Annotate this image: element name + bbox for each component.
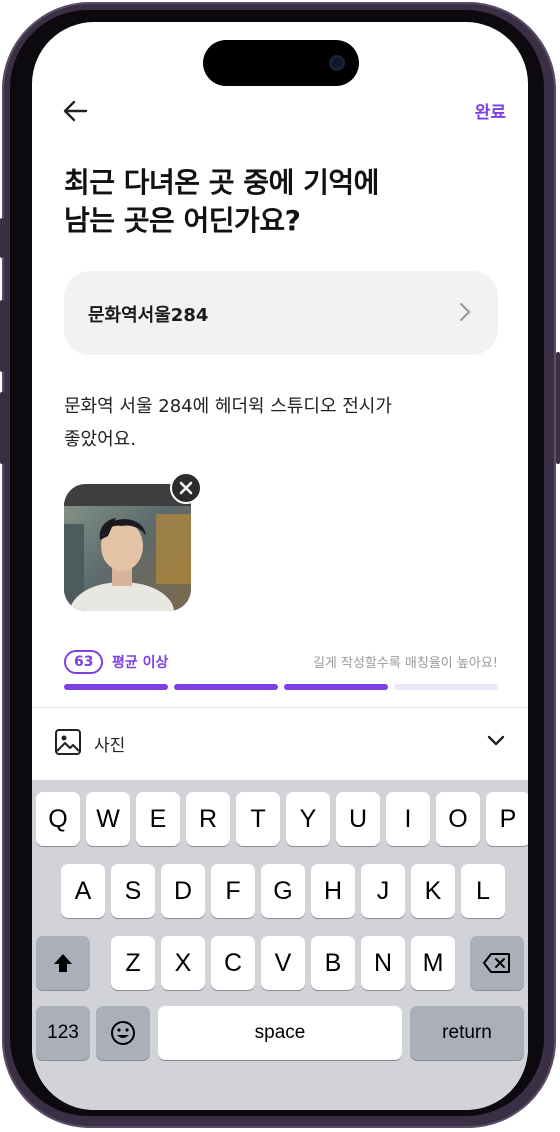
- key-k[interactable]: K: [411, 864, 455, 918]
- close-icon: [179, 481, 193, 495]
- key-a[interactable]: A: [61, 864, 105, 918]
- review-text-input[interactable]: 문화역 서울 284에 헤더윅 스튜디오 전시가 좋았어요.: [64, 390, 494, 456]
- key-i[interactable]: I: [386, 792, 430, 846]
- shift-icon: [54, 954, 72, 972]
- backspace-key[interactable]: [470, 936, 524, 990]
- progress-segment: [174, 684, 278, 690]
- key-u[interactable]: U: [336, 792, 380, 846]
- key-s[interactable]: S: [111, 864, 155, 918]
- key-h[interactable]: H: [311, 864, 355, 918]
- shift-key[interactable]: [36, 936, 90, 990]
- question-title: 최근 다녀온 곳 중에 기억에 남는 곳은 어딘가요?: [64, 166, 379, 237]
- numbers-key[interactable]: 123: [36, 1006, 90, 1060]
- key-m[interactable]: M: [411, 936, 455, 990]
- key-l[interactable]: L: [461, 864, 505, 918]
- image-icon[interactable]: [54, 728, 82, 756]
- key-e[interactable]: E: [136, 792, 180, 846]
- space-key[interactable]: space: [158, 1006, 402, 1060]
- remove-photo-button[interactable]: [170, 472, 202, 504]
- key-b[interactable]: B: [311, 936, 355, 990]
- score-level: 평균 이상: [112, 655, 169, 671]
- score-badge: 63: [64, 650, 104, 674]
- screen: 완료 최근 다녀온 곳 중에 기억에 남는 곳은 어딘가요? 문화역서울284 …: [32, 22, 528, 1110]
- dynamic-island: [203, 40, 359, 86]
- key-j[interactable]: J: [361, 864, 405, 918]
- key-f[interactable]: F: [211, 864, 255, 918]
- progress-segment: [64, 684, 168, 690]
- photo-thumbnail-image: [64, 484, 191, 611]
- backspace-icon: [483, 953, 510, 973]
- key-n[interactable]: N: [361, 936, 405, 990]
- key-r[interactable]: R: [186, 792, 230, 846]
- back-arrow-icon[interactable]: [60, 96, 90, 126]
- photo-label[interactable]: 사진: [94, 731, 125, 756]
- volume-down-button: [0, 392, 4, 464]
- camera-icon: [329, 55, 345, 71]
- emoji-key[interactable]: [96, 1006, 150, 1060]
- key-c[interactable]: C: [211, 936, 255, 990]
- key-d[interactable]: D: [161, 864, 205, 918]
- action-button: [0, 218, 4, 258]
- emoji-icon: [111, 1021, 135, 1045]
- volume-up-button: [0, 300, 4, 372]
- chevron-right-icon: [459, 302, 471, 322]
- key-y[interactable]: Y: [286, 792, 330, 846]
- key-z[interactable]: Z: [111, 936, 155, 990]
- chevron-down-icon[interactable]: [486, 734, 506, 748]
- key-g[interactable]: G: [261, 864, 305, 918]
- place-name: 문화역서울284: [88, 305, 209, 326]
- key-o[interactable]: O: [436, 792, 480, 846]
- keyboard: 123 space return QWERTYUIOP ASDFGHJKL ZXCV…: [32, 780, 528, 1110]
- score-progress: [64, 684, 498, 690]
- score-row: 63 평균 이상 길게 작성할수록 매칭율이 높아요!: [64, 650, 498, 674]
- key-q[interactable]: Q: [36, 792, 80, 846]
- progress-segment: [394, 684, 498, 690]
- done-button[interactable]: 완료: [475, 98, 506, 123]
- attachment-toolbar: 사진: [32, 708, 528, 780]
- key-x[interactable]: X: [161, 936, 205, 990]
- key-w[interactable]: W: [86, 792, 130, 846]
- key-p[interactable]: P: [486, 792, 528, 846]
- progress-segment: [284, 684, 388, 690]
- score-hint: 길게 작성할수록 매칭율이 높아요!: [312, 656, 498, 671]
- key-v[interactable]: V: [261, 936, 305, 990]
- power-button: [556, 352, 560, 464]
- attached-photo[interactable]: [64, 484, 191, 611]
- key-t[interactable]: T: [236, 792, 280, 846]
- return-key[interactable]: return: [410, 1006, 524, 1060]
- place-selector[interactable]: 문화역서울284: [64, 271, 498, 355]
